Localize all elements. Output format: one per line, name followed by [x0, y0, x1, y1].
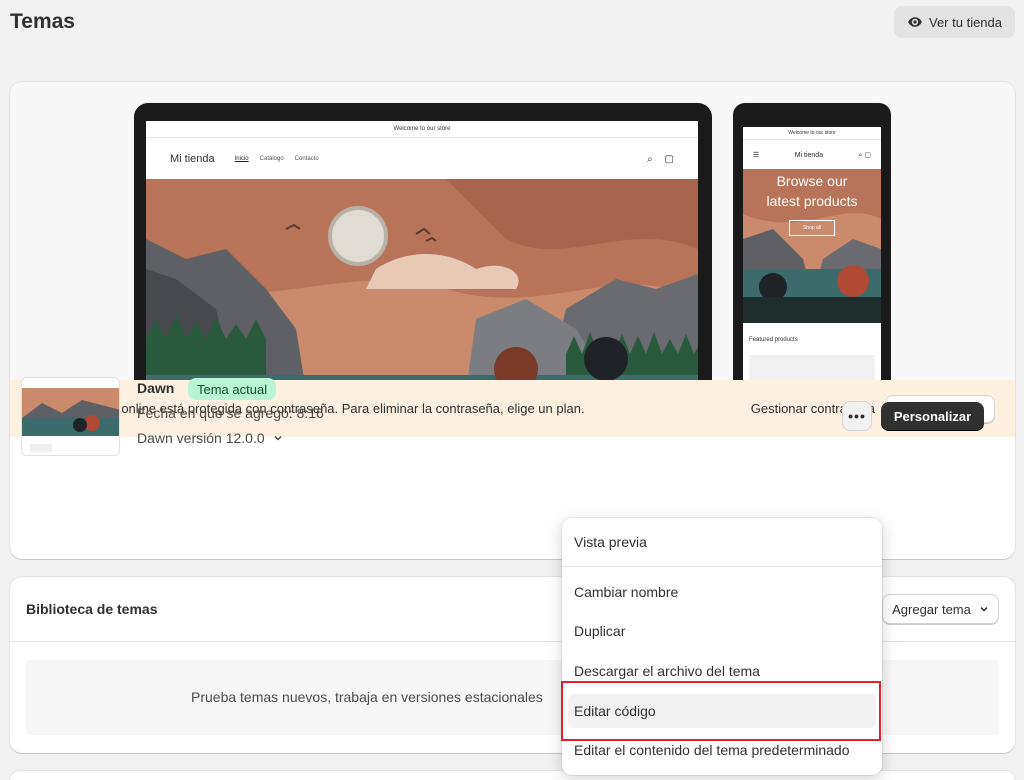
phone-preview: Welcome to our store ☰ Mi tienda ⌕ ▢ Bro…	[733, 103, 891, 380]
phone-shop-all-button: Shop all	[789, 220, 835, 236]
phone-store-logo: Mi tienda	[794, 151, 824, 159]
laptop-preview: Welcome to our store Mi tienda Inicio Ca…	[134, 103, 712, 380]
store-nav-contact: Contacto	[294, 156, 319, 162]
highlight-annotation	[561, 681, 881, 741]
phone-announcement-bar: Welcome to our store	[743, 127, 881, 140]
customize-button[interactable]: Personalizar	[881, 402, 984, 431]
phone-header-icons: ⌕ ▢	[858, 151, 871, 159]
library-empty-text: Prueba temas nuevos, trabaja en versione…	[191, 689, 543, 705]
view-store-button[interactable]: Ver tu tienda	[894, 6, 1015, 38]
theme-thumbnail-image	[22, 378, 119, 455]
add-theme-button[interactable]: Agregar tema	[882, 594, 999, 624]
menu-item-duplicate[interactable]: Duplicar	[562, 614, 882, 648]
theme-version-toggle[interactable]: Dawn versión 12.0.0	[137, 430, 283, 446]
theme-preview-area: Welcome to our store Mi tienda Inicio Ca…	[10, 82, 1015, 380]
phone-store-header: ☰ Mi tienda ⌕ ▢	[743, 141, 881, 169]
store-logo: Mi tienda	[170, 153, 215, 165]
view-store-label: Ver tu tienda	[929, 14, 1002, 30]
chevron-down-icon	[980, 606, 988, 612]
featured-products-placeholder	[749, 355, 875, 380]
chevron-down-icon	[274, 435, 282, 441]
theme-thumbnail	[21, 377, 120, 456]
phone-dark-band	[743, 297, 881, 323]
featured-products-label: Featured products	[749, 337, 798, 343]
more-actions-button[interactable]: •••	[842, 401, 872, 431]
add-theme-label: Agregar tema	[892, 601, 971, 617]
phone-hero-text: Browse our latest products	[766, 173, 858, 209]
search-icon: ⌕	[646, 153, 653, 165]
page-title: Temas	[10, 10, 75, 33]
laptop-screen: Welcome to our store Mi tienda Inicio Ca…	[146, 121, 698, 380]
menu-item-rename[interactable]: Cambiar nombre	[562, 575, 882, 609]
theme-added-date: Fecha en que se agregó: 8:16	[137, 405, 324, 421]
theme-name: Dawn	[137, 380, 175, 396]
eye-icon	[908, 17, 922, 27]
phone-screen: Welcome to our store ☰ Mi tienda ⌕ ▢ Bro…	[743, 127, 881, 380]
theme-version: Dawn versión 12.0.0	[137, 430, 265, 446]
current-theme-badge: Tema actual	[188, 378, 277, 400]
theme-library-title: Biblioteca de temas	[26, 601, 158, 617]
menu-icon: ☰	[753, 152, 760, 159]
store-nav-home: Inicio	[234, 156, 249, 162]
divider	[562, 566, 882, 567]
current-theme-card: Welcome to our store Mi tienda Inicio Ca…	[10, 82, 1015, 559]
store-nav-catalog: Catálogo	[259, 156, 284, 162]
hero-illustration	[146, 179, 698, 380]
menu-item-preview[interactable]: Vista previa	[562, 525, 882, 559]
store-header: Mi tienda Inicio Catálogo Contacto ⌕ ▢	[146, 139, 698, 179]
cart-icon: ▢	[664, 153, 674, 165]
announcement-bar: Welcome to our store	[146, 121, 698, 138]
